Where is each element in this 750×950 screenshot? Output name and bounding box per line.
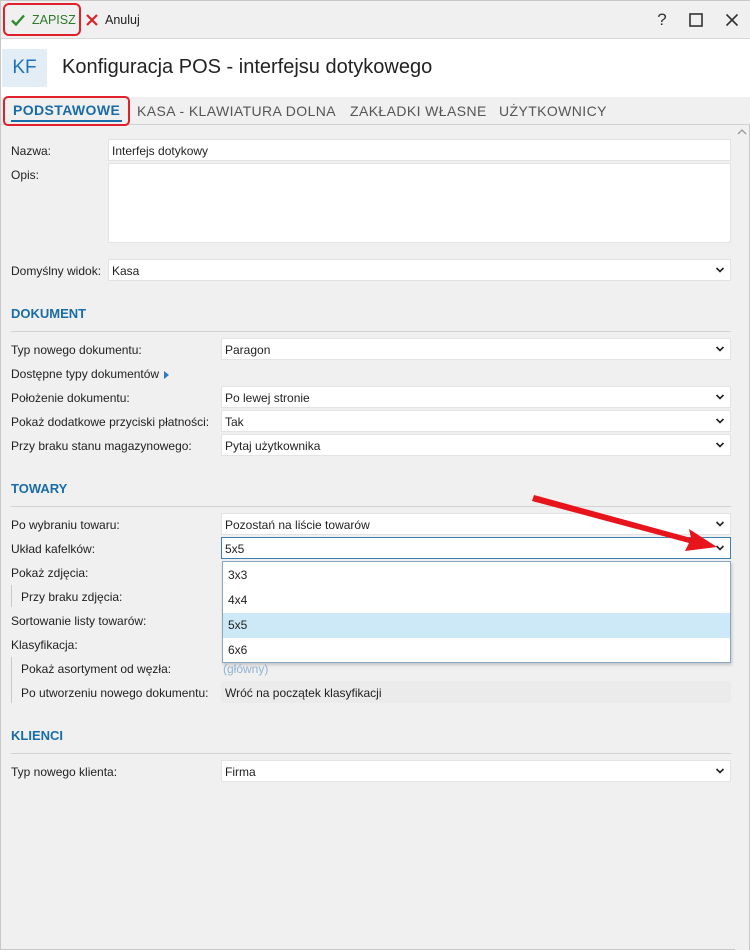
tiles-layout-select[interactable]: 5x5: [221, 537, 731, 559]
tiles-layout-label: Układ kafelków:: [11, 542, 96, 556]
chevron-down-icon: [715, 521, 725, 527]
checkmark-icon: [10, 12, 26, 28]
window: ZAPISZ Anuluj ? KF Konfiguracja POS - in…: [0, 0, 750, 950]
scroll-up-icon[interactable]: [737, 128, 747, 138]
page-title: Konfiguracja POS - interfejsu dotykowego: [62, 56, 433, 78]
section-divider: [11, 331, 731, 332]
chevron-down-icon: [715, 418, 725, 424]
chevron-down-icon: [715, 442, 725, 448]
section-towary-title: TOWARY: [11, 481, 68, 496]
module-badge: KF: [2, 49, 47, 87]
expand-arrow-icon: [164, 370, 170, 379]
new-client-type-value: Firma: [225, 765, 256, 779]
toolbar: ZAPISZ Anuluj ?: [1, 1, 750, 39]
cancel-label: Anuluj: [105, 13, 140, 27]
section-divider: [11, 753, 731, 754]
cross-icon: [85, 13, 99, 27]
chevron-down-icon: [715, 545, 725, 551]
tiles-layout-value: 5x5: [225, 542, 245, 556]
tab-podstawowe[interactable]: PODSTAWOWE: [3, 96, 131, 126]
extra-payment-select[interactable]: Tak: [221, 410, 731, 432]
tab-zakladki-wlasne[interactable]: ZAKŁADKI WŁASNE: [350, 97, 487, 125]
doc-position-select[interactable]: Po lewej stronie: [221, 386, 731, 408]
no-stock-select[interactable]: Pytaj użytkownika: [221, 434, 731, 456]
show-assortment-label: Pokaż asortyment od węzła:: [21, 662, 172, 676]
close-icon: [725, 13, 739, 27]
chevron-down-icon: [715, 768, 725, 774]
save-label: ZAPISZ: [32, 12, 76, 27]
close-button[interactable]: [721, 9, 743, 31]
new-client-type-label: Typ nowego klienta:: [11, 765, 118, 779]
available-doc-types-link[interactable]: Dostępne typy dokumentów: [11, 367, 170, 381]
extra-payment-label: Pokaż dodatkowe przyciski płatności:: [11, 415, 210, 429]
show-assortment-value[interactable]: (główny): [223, 662, 268, 676]
default-view-value: Kasa: [112, 264, 140, 278]
dropdown-option-6x6[interactable]: 6x6: [223, 638, 730, 663]
no-image-label: Przy braku zdjęcia:: [21, 590, 123, 604]
indent-line: [11, 585, 12, 607]
after-select-value: Pozostań na liście towarów: [225, 518, 370, 532]
chevron-down-icon: [715, 346, 725, 352]
sort-label: Sortowanie listy towarów:: [11, 614, 147, 628]
after-new-doc-label: Po utworzeniu nowego dokumentu:: [21, 686, 209, 700]
name-input[interactable]: Interfejs dotykowy: [108, 139, 731, 161]
new-doc-type-value: Paragon: [225, 343, 271, 357]
no-stock-label: Przy braku stanu magazynowego:: [11, 439, 192, 453]
after-select-label: Po wybraniu towaru:: [11, 518, 120, 532]
maximize-icon: [689, 13, 703, 27]
new-doc-type-select[interactable]: Paragon: [221, 338, 731, 360]
maximize-button[interactable]: [685, 9, 707, 31]
no-stock-value: Pytaj użytkownika: [225, 439, 321, 453]
description-label: Opis:: [11, 168, 40, 182]
help-button[interactable]: ?: [651, 9, 673, 31]
tab-uzytkownicy[interactable]: UŻYTKOWNICY: [499, 97, 607, 125]
after-new-doc-field: Wróć na początek klasyfikacji: [221, 681, 731, 703]
show-image-label: Pokaż zdjęcia:: [11, 566, 89, 580]
dropdown-option-5x5[interactable]: 5x5: [223, 613, 730, 638]
name-label: Nazwa:: [11, 144, 52, 158]
dropdown-option-4x4[interactable]: 4x4: [223, 588, 730, 613]
save-button[interactable]: ZAPISZ: [3, 3, 81, 36]
after-select-select[interactable]: Pozostań na liście towarów: [221, 513, 731, 535]
doc-position-label: Położenie dokumentu:: [11, 391, 130, 405]
doc-position-value: Po lewej stronie: [225, 391, 310, 405]
extra-payment-value: Tak: [225, 415, 244, 429]
cancel-button[interactable]: Anuluj: [85, 7, 140, 33]
tiles-layout-dropdown: 3x3 4x4 5x5 6x6: [222, 561, 731, 663]
section-divider: [11, 506, 731, 507]
default-view-label: Domyślny widok:: [11, 264, 102, 278]
section-dokument-title: DOKUMENT: [11, 306, 87, 321]
available-doc-types-label: Dostępne typy dokumentów: [11, 367, 160, 381]
chevron-down-icon: [715, 394, 725, 400]
header: KF Konfiguracja POS - interfejsu dotykow…: [1, 39, 750, 97]
chevron-down-icon: [715, 267, 725, 273]
default-view-select[interactable]: Kasa: [108, 259, 731, 281]
dropdown-option-3x3[interactable]: 3x3: [223, 563, 730, 588]
classification-label: Klasyfikacja:: [11, 638, 78, 652]
indent-line: [11, 657, 12, 703]
new-doc-type-label: Typ nowego dokumentu:: [11, 343, 142, 357]
tab-kasa-klawiatura-dolna[interactable]: KASA - KLAWIATURA DOLNA: [137, 97, 336, 125]
scrollbar[interactable]: [735, 126, 749, 950]
section-klienci-title: KLIENCI: [11, 728, 63, 743]
tab-bar: PODSTAWOWE KASA - KLAWIATURA DOLNA ZAKŁA…: [1, 96, 750, 126]
description-textarea[interactable]: [108, 163, 731, 243]
new-client-type-select[interactable]: Firma: [221, 760, 731, 782]
